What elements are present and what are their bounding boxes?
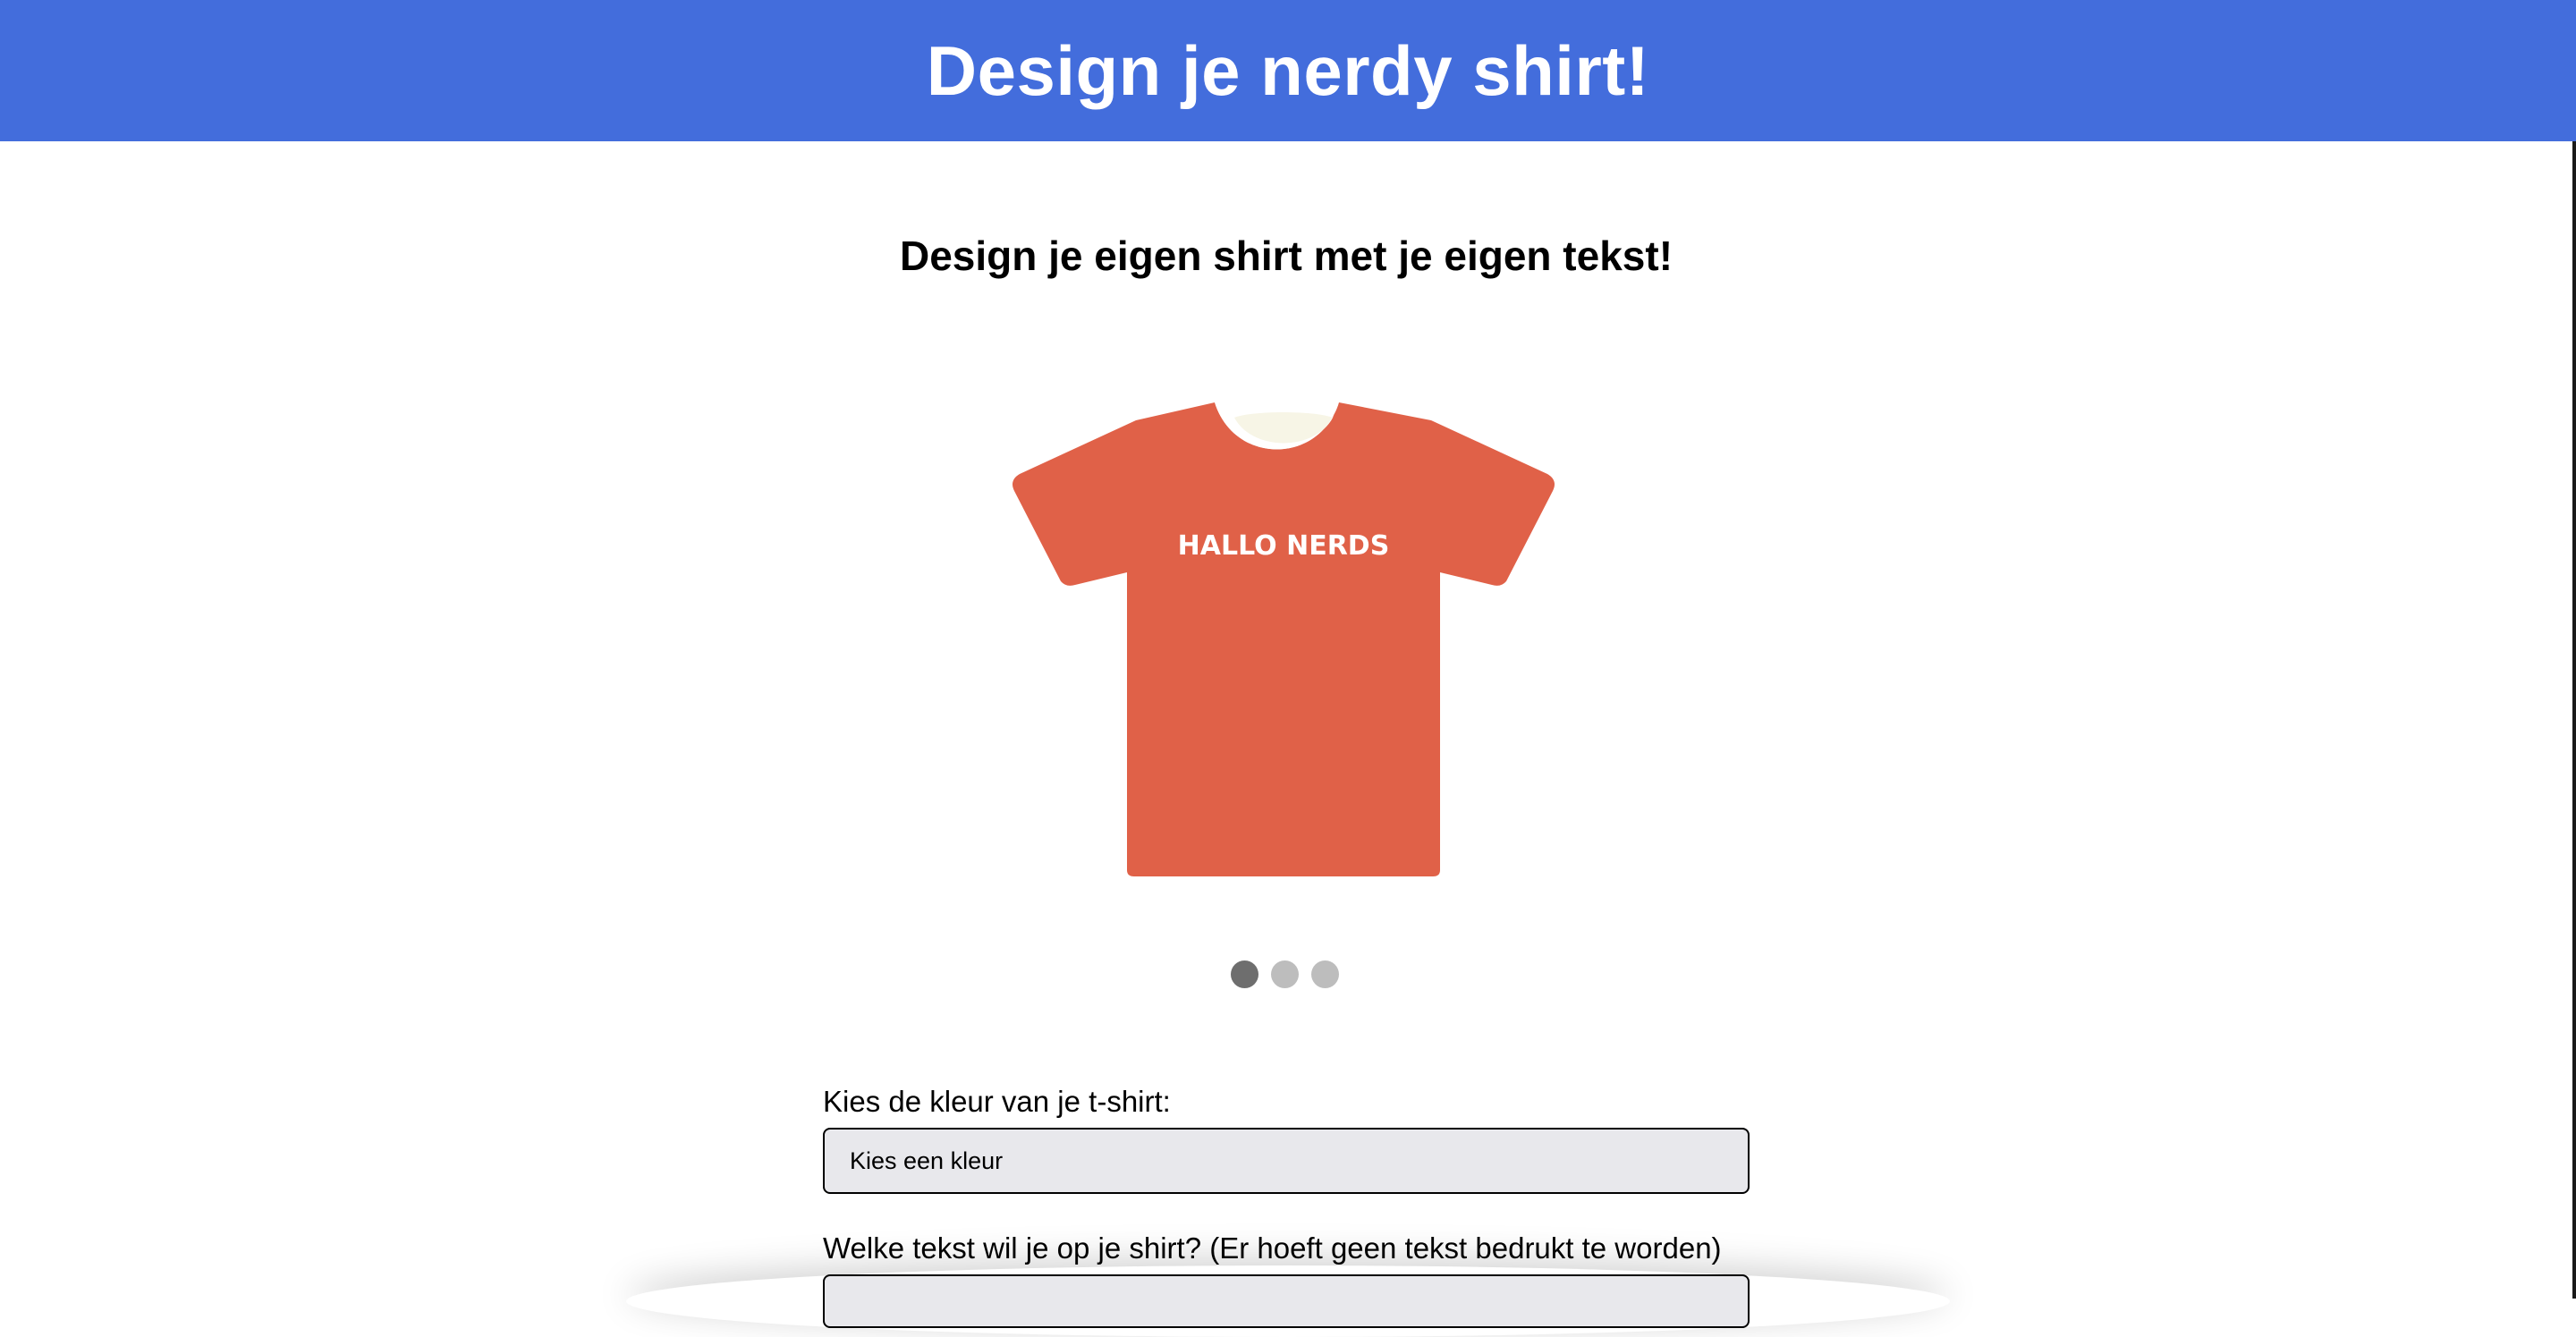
window-edge (2572, 141, 2576, 1299)
site-header: Design je nerdy shirt! (0, 0, 2576, 141)
color-select-value: Kies een kleur (850, 1147, 1004, 1174)
tshirt-preview: HALLO NERDS (1011, 398, 1556, 876)
site-title: Design je nerdy shirt! (926, 30, 1650, 110)
page-subtitle: Design je eigen shirt met je eigen tekst… (899, 233, 1674, 279)
color-select[interactable]: Kies een kleur (823, 1128, 1750, 1194)
shirt-text-input[interactable] (823, 1274, 1750, 1328)
carousel-dot-2[interactable] (1271, 960, 1299, 988)
color-select-label: Kies de kleur van je t-shirt: (823, 1085, 1171, 1118)
tshirt-print-text: HALLO NERDS (1178, 530, 1390, 562)
carousel-dot-1[interactable] (1231, 960, 1258, 988)
shirt-text-label: Welke tekst wil je op je shirt? (Er hoef… (823, 1231, 1722, 1265)
tshirt-body (1013, 402, 1555, 876)
carousel-dot-3[interactable] (1311, 960, 1339, 988)
carousel-dots (1231, 960, 1339, 989)
